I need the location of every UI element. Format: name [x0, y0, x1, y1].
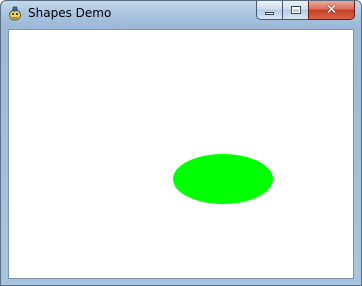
app-window: Shapes Demo ✕	[0, 0, 362, 286]
minimize-icon	[265, 11, 274, 15]
maximize-button[interactable]	[282, 1, 309, 20]
close-icon: ✕	[325, 2, 338, 18]
drawing-canvas	[8, 29, 354, 279]
close-button[interactable]: ✕	[308, 1, 355, 20]
maximize-icon	[290, 6, 301, 14]
title-bar[interactable]: Shapes Demo ✕	[1, 1, 361, 27]
window-title: Shapes Demo	[28, 6, 112, 20]
minimize-button[interactable]	[256, 1, 283, 20]
pygame-snake-icon	[9, 6, 21, 21]
green-ellipse	[173, 154, 273, 204]
